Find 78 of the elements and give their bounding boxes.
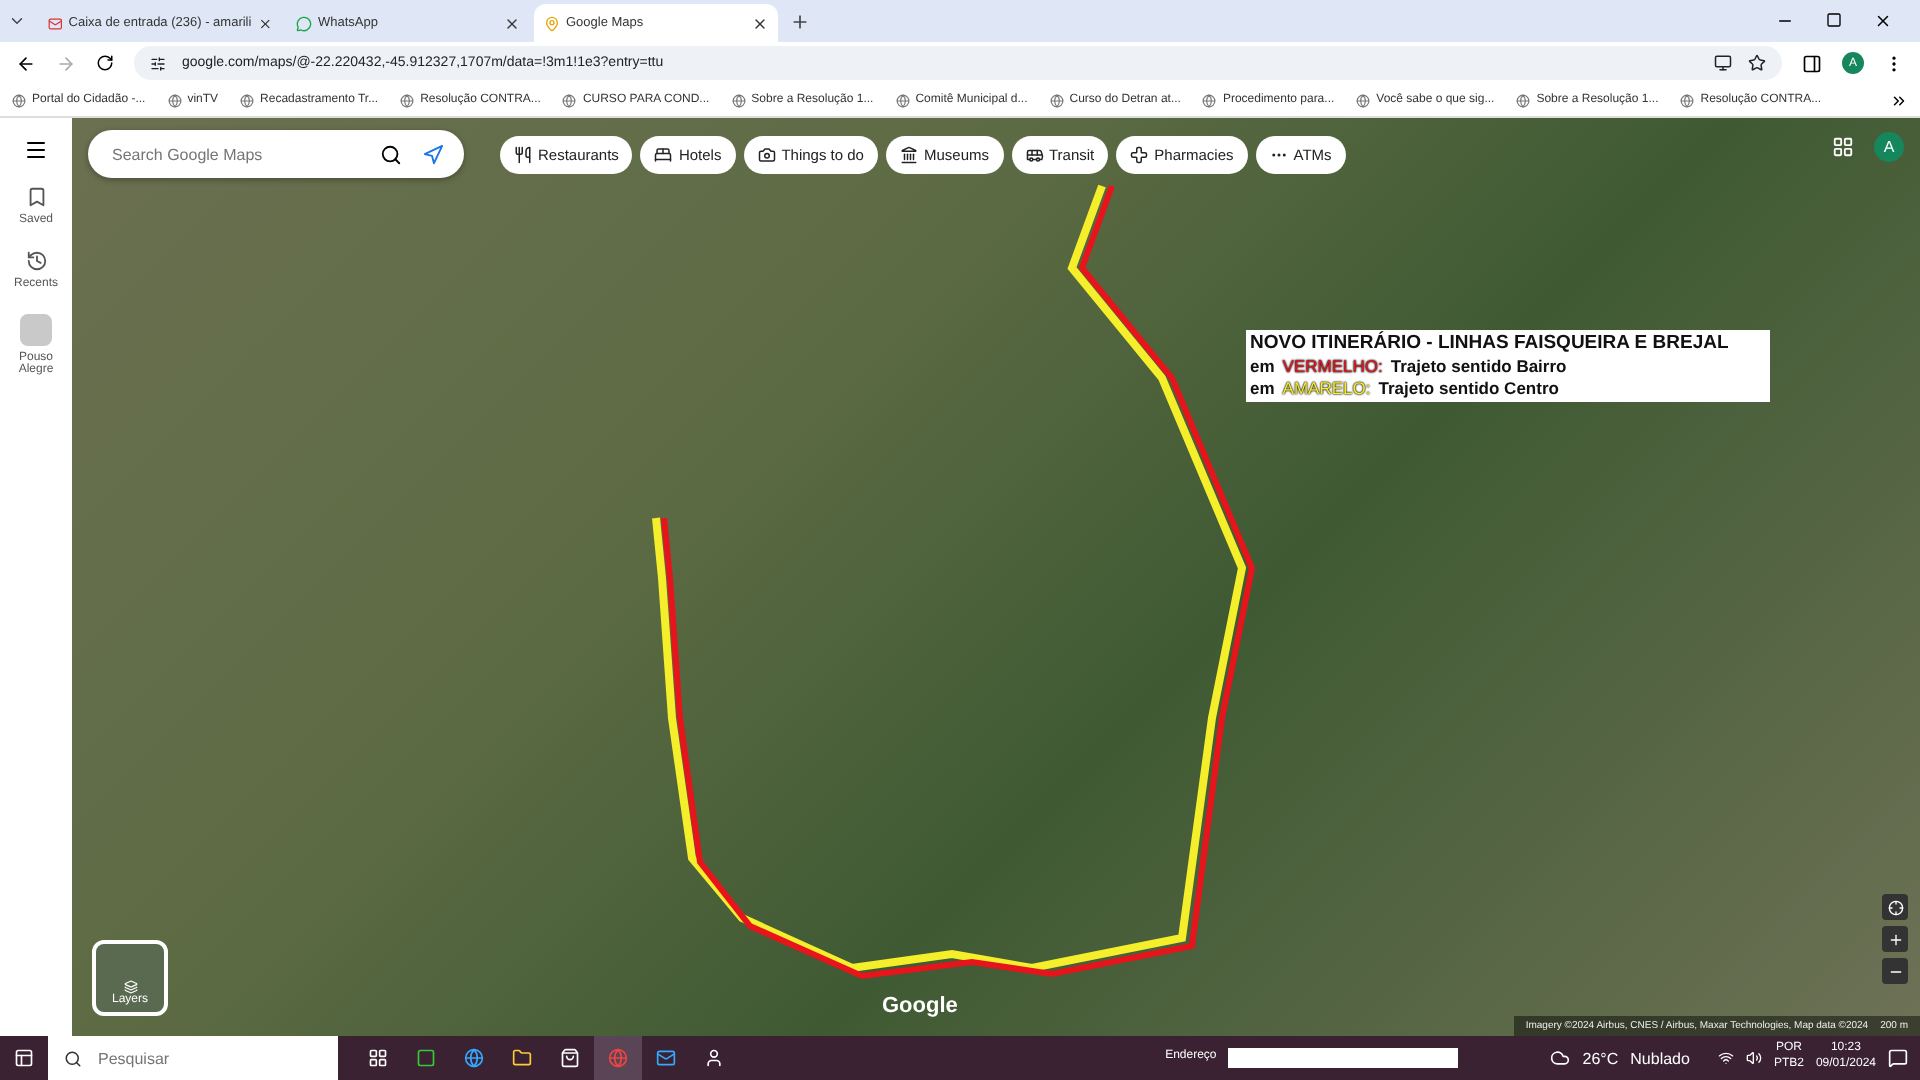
search-field[interactable]: Search Google Maps <box>108 143 360 165</box>
cross-icon <box>1130 145 1149 163</box>
color-word: VERMELHO: <box>1282 356 1383 379</box>
menu-icon[interactable] <box>24 138 48 162</box>
mail-icon <box>48 15 63 31</box>
history-icon <box>25 250 47 272</box>
globe-icon <box>1202 93 1217 107</box>
network-icon[interactable] <box>1717 1050 1734 1066</box>
close-icon[interactable] <box>1874 12 1892 30</box>
cloud-icon <box>1550 1048 1571 1068</box>
globe-icon <box>895 93 910 107</box>
install-icon[interactable] <box>1714 54 1732 72</box>
chat-icon <box>296 15 312 31</box>
new-tab-button[interactable] <box>790 11 810 31</box>
taskbar-search-bar[interactable]: Pesquisar <box>48 1036 338 1080</box>
close-icon[interactable] <box>752 15 768 31</box>
notice-text: Trajeto sentido Bairro <box>1390 356 1567 379</box>
notice-title: NOVO ITINERÁRIO - LINHAS FAISQUEIRA E BREJAL <box>1250 332 1729 357</box>
museum-icon <box>899 145 918 163</box>
layers-icon <box>123 980 137 994</box>
grid-icon <box>368 1048 388 1068</box>
globe-icon <box>400 93 415 107</box>
person-icon <box>704 1048 724 1068</box>
bookmark-icon <box>25 186 47 208</box>
map-pin-icon <box>544 15 560 31</box>
volume-icon[interactable] <box>1745 1050 1762 1066</box>
apps-icon[interactable] <box>1832 136 1854 158</box>
back-icon[interactable] <box>16 53 36 73</box>
reload-icon[interactable] <box>96 54 114 72</box>
shopping-bag-icon <box>560 1048 580 1068</box>
search-icon <box>64 1049 82 1067</box>
search-icon[interactable] <box>380 143 402 165</box>
bed-icon <box>654 145 673 163</box>
plus-icon <box>1887 931 1903 947</box>
notice-text: Trajeto sentido Centro <box>1378 378 1559 401</box>
globe-icon <box>562 93 577 107</box>
globe-icon <box>1516 93 1531 107</box>
notifications-icon[interactable] <box>1888 1048 1908 1068</box>
globe-icon <box>167 93 182 107</box>
globe-icon <box>12 93 26 107</box>
address-field[interactable] <box>1228 1048 1459 1068</box>
map-logo: Google <box>882 994 958 1018</box>
zoom-in-button[interactable] <box>1882 926 1908 952</box>
mail-icon <box>656 1048 676 1068</box>
notice-prefix: em <box>1250 378 1275 401</box>
more-bookmarks-icon[interactable] <box>1890 91 1908 109</box>
notice-prefix: em <box>1250 356 1275 379</box>
globe-icon <box>1049 93 1064 107</box>
color-word: AMARELO: <box>1282 378 1371 401</box>
globe-icon <box>1680 93 1695 107</box>
square-icon <box>416 1048 436 1068</box>
camera-icon <box>757 145 776 163</box>
fork-knife-icon <box>514 145 532 163</box>
globe-icon <box>1356 93 1371 107</box>
close-icon[interactable] <box>504 15 520 31</box>
tab-list-button[interactable] <box>8 12 26 30</box>
zoom-out-button[interactable] <box>1882 958 1908 984</box>
side-panel-icon[interactable] <box>1802 53 1822 73</box>
restore-icon[interactable] <box>1826 12 1842 28</box>
location-button[interactable] <box>1882 894 1908 920</box>
site-settings-icon[interactable] <box>150 55 166 71</box>
search-bar[interactable]: Search Google Maps <box>88 130 464 178</box>
satellite-map[interactable] <box>72 118 1920 1036</box>
crosshair-icon <box>1887 899 1903 915</box>
profile-avatar[interactable]: A <box>1874 132 1904 162</box>
globe-icon <box>464 1048 484 1068</box>
place-thumbnail <box>20 314 52 346</box>
bus-icon <box>1025 145 1043 163</box>
close-icon[interactable] <box>257 15 272 31</box>
globe-icon <box>731 93 746 107</box>
weather-text: Nublado <box>1630 1049 1690 1067</box>
taskbar-search-field[interactable]: Pesquisar <box>94 1047 294 1069</box>
directions-icon[interactable] <box>422 143 444 165</box>
folder-icon <box>512 1048 532 1068</box>
temperature-text: 26°C <box>1582 1049 1619 1067</box>
globe-icon <box>240 93 255 107</box>
bookmark-star-icon[interactable] <box>1748 54 1766 72</box>
globe-icon <box>608 1048 628 1068</box>
